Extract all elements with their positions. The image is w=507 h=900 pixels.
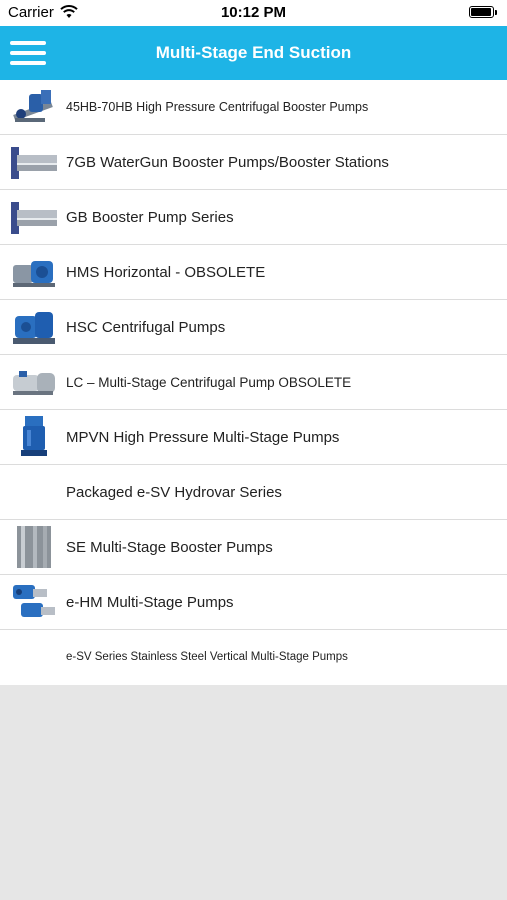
list-item-label: SE Multi-Stage Booster Pumps [66, 539, 273, 556]
list-item[interactable]: 45HB-70HB High Pressure Centrifugal Boos… [0, 80, 507, 135]
status-bar: Carrier 10:12 PM [0, 0, 507, 26]
list-item-label: GB Booster Pump Series [66, 209, 234, 226]
list-item-label: e-HM Multi-Stage Pumps [66, 594, 234, 611]
pump-image [13, 261, 55, 287]
list-item-label: MPVN High Pressure Multi-Stage Pumps [66, 429, 340, 446]
list-item[interactable]: MPVN High Pressure Multi-Stage Pumps [0, 410, 507, 465]
list-item[interactable]: SE Multi-Stage Booster Pumps [0, 520, 507, 575]
navigation-bar: Multi-Stage End Suction [0, 26, 507, 80]
pump-image [13, 585, 55, 617]
clock: 10:12 PM [220, 4, 287, 21]
battery-icon [469, 6, 499, 20]
list-item[interactable]: GB Booster Pump Series [0, 190, 507, 245]
list-item-label: Packaged e-SV Hydrovar Series [66, 484, 282, 501]
pump-image [13, 312, 55, 344]
product-list: 45HB-70HB High Pressure Centrifugal Boos… [0, 80, 507, 685]
list-item[interactable]: e-SV Series Stainless Steel Vertical Mul… [0, 630, 507, 685]
list-item[interactable]: LC – Multi-Stage Centrifugal Pump OBSOLE… [0, 355, 507, 410]
list-item[interactable]: HMS Horizontal - OBSOLETE [0, 245, 507, 300]
list-item-label: HSC Centrifugal Pumps [66, 319, 226, 336]
page-title: Multi-Stage End Suction [155, 43, 352, 62]
list-item-label: 7GB WaterGun Booster Pumps/Booster Stati… [66, 154, 389, 171]
list-item-label: LC – Multi-Stage Centrifugal Pump OBSOLE… [66, 375, 352, 390]
pump-image [11, 147, 57, 179]
list-item[interactable]: HSC Centrifugal Pumps [0, 300, 507, 355]
list-item-label: e-SV Series Stainless Steel Vertical Mul… [66, 651, 348, 663]
pump-image [13, 90, 53, 122]
pump-image [13, 371, 55, 395]
pump-image [11, 202, 57, 234]
list-item[interactable]: Packaged e-SV Hydrovar Series [0, 465, 507, 520]
list-item[interactable]: e-HM Multi-Stage Pumps [0, 575, 507, 630]
hamburger-menu-icon[interactable] [10, 39, 46, 67]
list-item[interactable]: 7GB WaterGun Booster Pumps/Booster Stati… [0, 135, 507, 190]
list-item-label: HMS Horizontal - OBSOLETE [66, 264, 266, 281]
list-item-label: 45HB-70HB High Pressure Centrifugal Boos… [66, 100, 369, 114]
pump-image [17, 526, 51, 568]
pump-image [21, 416, 47, 456]
